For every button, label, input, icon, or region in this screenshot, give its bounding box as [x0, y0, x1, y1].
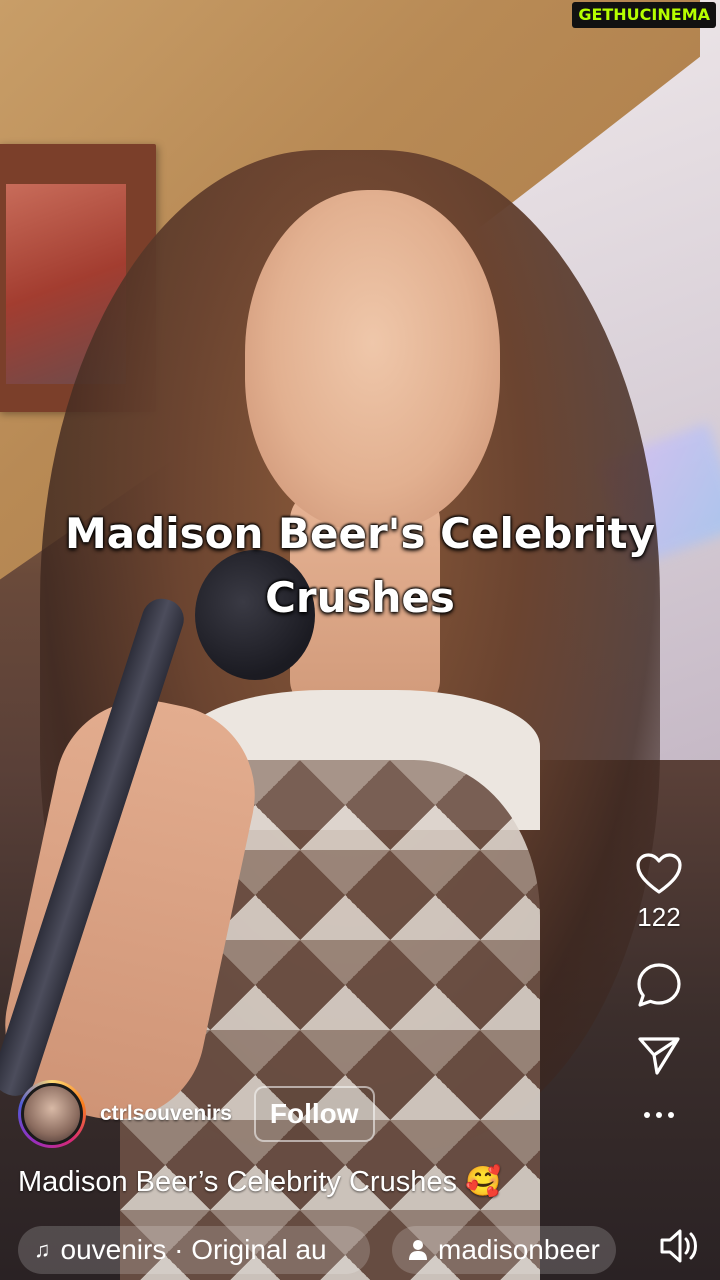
tagged-user-label: madisonbeer	[438, 1234, 600, 1265]
speaker-icon	[660, 1229, 697, 1263]
more-options-button[interactable]	[643, 1111, 675, 1119]
music-note-icon: ♫	[34, 1237, 51, 1262]
reel-viewer[interactable]: GETHUCINEMA Madison Beer's Celebrity Cru…	[0, 0, 720, 1280]
follow-button[interactable]: Follow	[253, 1086, 375, 1142]
like-count: 122	[637, 902, 681, 932]
share-button[interactable]	[637, 1035, 681, 1077]
avatar[interactable]	[18, 1080, 86, 1148]
share-icon	[638, 1037, 680, 1075]
audio-label: ouvenirs · Original au	[60, 1234, 327, 1265]
tagged-user-pill[interactable]: madisonbeer	[392, 1226, 616, 1274]
video-title-overlay: Madison Beer's Celebrity Crushes	[65, 509, 655, 622]
person-face	[245, 190, 500, 530]
post-caption[interactable]: Madison Beer’s Celebrity Crushes 🥰	[18, 1165, 501, 1199]
like-button[interactable]: 122	[635, 852, 683, 933]
comment-button[interactable]	[635, 961, 683, 1009]
action-bar: 122	[614, 852, 704, 1119]
person-icon	[409, 1240, 427, 1260]
comment-icon	[637, 963, 681, 1007]
audio-pill[interactable]: ♫ ouvenirs · Original au	[18, 1226, 370, 1274]
heart-icon	[636, 853, 682, 894]
author-row: ctrlsouvenirs Follow	[18, 1080, 375, 1148]
bottom-meta-row: ♫ ouvenirs · Original au madisonbeer	[18, 1224, 702, 1276]
sound-toggle-button[interactable]	[658, 1226, 702, 1271]
watermark: GETHUCINEMA	[572, 2, 716, 28]
more-icon	[644, 1112, 674, 1118]
author-username[interactable]: ctrlsouvenirs	[100, 1102, 232, 1126]
